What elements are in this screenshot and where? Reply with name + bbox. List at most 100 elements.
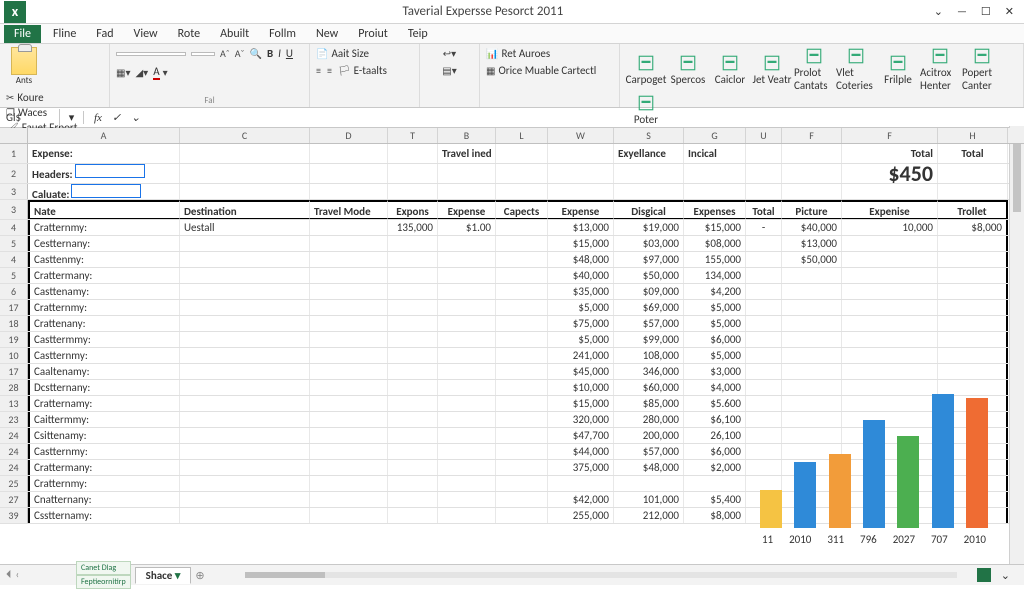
cell[interactable] <box>388 144 438 163</box>
cell[interactable] <box>388 364 438 379</box>
cell[interactable] <box>746 300 782 315</box>
col-header[interactable]: C <box>180 128 310 143</box>
cell[interactable] <box>842 300 938 315</box>
col-header[interactable]: D <box>310 128 388 143</box>
cell[interactable]: $2,000 <box>684 460 746 475</box>
cell[interactable]: $6,000 <box>684 332 746 347</box>
cell[interactable] <box>388 492 438 507</box>
cell[interactable]: $48,000 <box>548 252 614 267</box>
col-header[interactable]: T <box>388 128 438 143</box>
cell[interactable] <box>496 476 548 491</box>
cell[interactable]: $15,000 <box>548 396 614 411</box>
cell[interactable] <box>782 300 842 315</box>
cell[interactable] <box>310 476 388 491</box>
cell[interactable] <box>310 428 388 443</box>
cell[interactable] <box>842 348 938 363</box>
fx-icon[interactable]: fx <box>94 112 102 124</box>
cell[interactable] <box>180 332 310 347</box>
menu-5[interactable]: Abuilt <box>212 25 257 43</box>
cell[interactable]: $48,000 <box>614 460 684 475</box>
cell[interactable]: Csittenamy: <box>28 428 180 443</box>
cell[interactable] <box>388 460 438 475</box>
cell[interactable]: 200,000 <box>614 428 684 443</box>
cell[interactable]: Expense <box>438 200 496 219</box>
cell[interactable] <box>938 284 1008 299</box>
row-header[interactable]: 5 <box>0 236 28 251</box>
cell[interactable]: $8,000 <box>684 508 746 523</box>
menu-8[interactable]: Proiut <box>350 25 396 43</box>
align-left-icon[interactable]: ≡ <box>316 64 321 77</box>
cell[interactable]: $60,000 <box>614 380 684 395</box>
cell[interactable]: 101,000 <box>614 492 684 507</box>
cell[interactable] <box>938 236 1008 251</box>
close-icon[interactable]: ✕ <box>1005 5 1014 18</box>
cell[interactable] <box>388 332 438 347</box>
cell[interactable] <box>180 364 310 379</box>
cell[interactable]: 26,100 <box>684 428 746 443</box>
cell[interactable] <box>548 476 614 491</box>
menu-3[interactable]: View <box>126 25 166 43</box>
cell[interactable] <box>438 492 496 507</box>
cell[interactable]: $3,000 <box>684 364 746 379</box>
cell[interactable]: 320,000 <box>548 412 614 427</box>
cell[interactable] <box>180 316 310 331</box>
cell[interactable] <box>438 412 496 427</box>
cell[interactable] <box>310 300 388 315</box>
cell[interactable] <box>746 252 782 267</box>
cell[interactable]: Exyellance <box>614 144 684 163</box>
cell[interactable] <box>388 476 438 491</box>
nav-first-icon[interactable]: ⏴ <box>6 568 12 582</box>
cell[interactable] <box>438 396 496 411</box>
cell[interactable]: $13,000 <box>782 236 842 251</box>
cell[interactable]: Crattermany: <box>28 460 180 475</box>
cell[interactable] <box>438 444 496 459</box>
cell[interactable] <box>938 300 1008 315</box>
cell[interactable] <box>180 412 310 427</box>
italic-icon[interactable]: I <box>278 47 281 60</box>
cell[interactable] <box>310 316 388 331</box>
cell[interactable]: Dcstternany: <box>28 380 180 395</box>
cell[interactable] <box>310 396 388 411</box>
sheet-area[interactable]: ACDTBLWSGUFFH 1Expense:Travel inedExyell… <box>0 128 1024 564</box>
col-header[interactable]: F <box>842 128 938 143</box>
row-header[interactable]: 4 <box>0 220 28 235</box>
cell[interactable]: Csstternamy: <box>28 508 180 523</box>
acitrox-button[interactable]: Acitrox Henter <box>920 47 960 92</box>
cell[interactable] <box>496 364 548 379</box>
row-header[interactable]: 17 <box>0 364 28 379</box>
row-header[interactable]: 24 <box>0 428 28 443</box>
cell[interactable]: 134,000 <box>684 268 746 283</box>
cell[interactable] <box>438 300 496 315</box>
cell[interactable] <box>180 184 310 199</box>
cell[interactable]: Castternmy: <box>28 444 180 459</box>
cell[interactable]: $4,000 <box>684 380 746 395</box>
vertical-scrollbar[interactable] <box>1009 126 1024 564</box>
menu-1[interactable]: Fline <box>45 25 84 43</box>
cell[interactable] <box>180 236 310 251</box>
cell[interactable] <box>614 476 684 491</box>
cell[interactable]: $40,000 <box>548 268 614 283</box>
cell[interactable] <box>388 444 438 459</box>
row-header[interactable]: 3 <box>0 184 28 199</box>
cell[interactable]: $44,000 <box>548 444 614 459</box>
cell[interactable] <box>310 268 388 283</box>
cell[interactable] <box>496 332 548 347</box>
cell[interactable]: $08,000 <box>684 236 746 251</box>
cell[interactable]: Travel ined <box>438 144 496 163</box>
cell[interactable]: Cratternamy: <box>28 396 180 411</box>
cell[interactable] <box>438 164 496 183</box>
cell[interactable]: Caluate: <box>28 184 180 199</box>
col-header[interactable]: S <box>614 128 684 143</box>
menu-7[interactable]: New <box>308 25 346 43</box>
maximize-icon[interactable]: ☐ <box>981 5 991 18</box>
cell[interactable] <box>310 508 388 523</box>
cell[interactable]: 155,000 <box>684 252 746 267</box>
cell[interactable] <box>782 332 842 347</box>
name-box[interactable]: Gl$ <box>0 109 60 126</box>
cell[interactable] <box>496 284 548 299</box>
cell[interactable] <box>496 316 548 331</box>
merge-icon[interactable]: ▤▾ <box>442 64 456 77</box>
formula-input[interactable] <box>150 116 1024 120</box>
cell[interactable] <box>938 252 1008 267</box>
cell[interactable] <box>438 460 496 475</box>
